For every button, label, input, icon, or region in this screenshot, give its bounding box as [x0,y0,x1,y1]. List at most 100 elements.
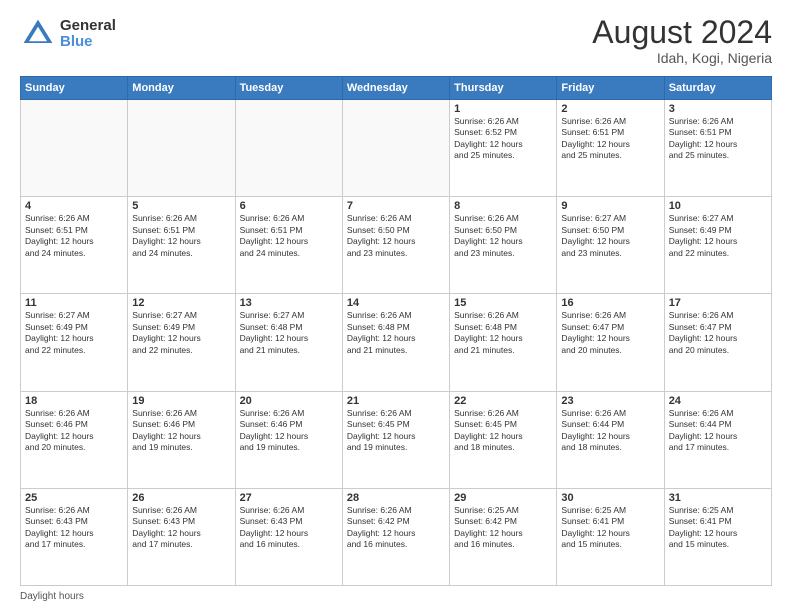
footer-note: Daylight hours [20,591,772,602]
day-number: 10 [669,200,767,212]
header: General Blue August 2024 Idah, Kogi, Nig… [20,16,772,66]
calendar-cell: 27Sunrise: 6:26 AM Sunset: 6:43 PM Dayli… [235,488,342,585]
day-number: 4 [25,200,123,212]
week-row-0: 1Sunrise: 6:26 AM Sunset: 6:52 PM Daylig… [21,100,772,197]
day-number: 8 [454,200,552,212]
calendar-cell: 1Sunrise: 6:26 AM Sunset: 6:52 PM Daylig… [450,100,557,197]
day-info: Sunrise: 6:26 AM Sunset: 6:44 PM Dayligh… [669,408,767,454]
calendar-cell: 6Sunrise: 6:26 AM Sunset: 6:51 PM Daylig… [235,197,342,294]
calendar-header-row: SundayMondayTuesdayWednesdayThursdayFrid… [21,77,772,100]
day-number: 2 [561,103,659,115]
day-info: Sunrise: 6:27 AM Sunset: 6:50 PM Dayligh… [561,213,659,259]
day-number: 22 [454,395,552,407]
calendar-cell: 26Sunrise: 6:26 AM Sunset: 6:43 PM Dayli… [128,488,235,585]
logo: General Blue [20,16,116,52]
week-row-2: 11Sunrise: 6:27 AM Sunset: 6:49 PM Dayli… [21,294,772,391]
calendar-cell: 21Sunrise: 6:26 AM Sunset: 6:45 PM Dayli… [342,391,449,488]
logo-icon [20,16,56,52]
calendar-cell: 16Sunrise: 6:26 AM Sunset: 6:47 PM Dayli… [557,294,664,391]
col-header-monday: Monday [128,77,235,100]
day-info: Sunrise: 6:26 AM Sunset: 6:52 PM Dayligh… [454,116,552,162]
location-title: Idah, Kogi, Nigeria [592,50,772,66]
day-info: Sunrise: 6:26 AM Sunset: 6:44 PM Dayligh… [561,408,659,454]
calendar-cell: 3Sunrise: 6:26 AM Sunset: 6:51 PM Daylig… [664,100,771,197]
day-info: Sunrise: 6:26 AM Sunset: 6:51 PM Dayligh… [561,116,659,162]
day-number: 15 [454,297,552,309]
day-number: 24 [669,395,767,407]
calendar-cell: 8Sunrise: 6:26 AM Sunset: 6:50 PM Daylig… [450,197,557,294]
day-info: Sunrise: 6:26 AM Sunset: 6:46 PM Dayligh… [132,408,230,454]
calendar-cell: 15Sunrise: 6:26 AM Sunset: 6:48 PM Dayli… [450,294,557,391]
calendar-cell: 28Sunrise: 6:26 AM Sunset: 6:42 PM Dayli… [342,488,449,585]
calendar-cell [128,100,235,197]
day-info: Sunrise: 6:26 AM Sunset: 6:51 PM Dayligh… [132,213,230,259]
calendar-cell: 13Sunrise: 6:27 AM Sunset: 6:48 PM Dayli… [235,294,342,391]
day-info: Sunrise: 6:25 AM Sunset: 6:41 PM Dayligh… [561,505,659,551]
calendar-cell: 12Sunrise: 6:27 AM Sunset: 6:49 PM Dayli… [128,294,235,391]
calendar-cell: 22Sunrise: 6:26 AM Sunset: 6:45 PM Dayli… [450,391,557,488]
day-number: 20 [240,395,338,407]
title-block: August 2024 Idah, Kogi, Nigeria [592,16,772,66]
day-info: Sunrise: 6:26 AM Sunset: 6:45 PM Dayligh… [454,408,552,454]
day-number: 14 [347,297,445,309]
day-number: 16 [561,297,659,309]
calendar-cell: 7Sunrise: 6:26 AM Sunset: 6:50 PM Daylig… [342,197,449,294]
daylight-hours-label: Daylight hours [20,591,84,602]
calendar-cell: 19Sunrise: 6:26 AM Sunset: 6:46 PM Dayli… [128,391,235,488]
day-info: Sunrise: 6:27 AM Sunset: 6:48 PM Dayligh… [240,310,338,356]
day-number: 3 [669,103,767,115]
day-number: 23 [561,395,659,407]
day-info: Sunrise: 6:27 AM Sunset: 6:49 PM Dayligh… [25,310,123,356]
logo-blue-label: Blue [60,34,116,51]
calendar-cell [342,100,449,197]
day-number: 21 [347,395,445,407]
calendar-cell: 11Sunrise: 6:27 AM Sunset: 6:49 PM Dayli… [21,294,128,391]
calendar-cell: 10Sunrise: 6:27 AM Sunset: 6:49 PM Dayli… [664,197,771,294]
day-info: Sunrise: 6:26 AM Sunset: 6:45 PM Dayligh… [347,408,445,454]
calendar-cell: 9Sunrise: 6:27 AM Sunset: 6:50 PM Daylig… [557,197,664,294]
day-info: Sunrise: 6:26 AM Sunset: 6:48 PM Dayligh… [347,310,445,356]
col-header-sunday: Sunday [21,77,128,100]
calendar-cell: 18Sunrise: 6:26 AM Sunset: 6:46 PM Dayli… [21,391,128,488]
day-number: 30 [561,492,659,504]
calendar-cell [21,100,128,197]
calendar-cell [235,100,342,197]
day-info: Sunrise: 6:26 AM Sunset: 6:43 PM Dayligh… [25,505,123,551]
day-number: 12 [132,297,230,309]
day-number: 7 [347,200,445,212]
calendar-cell: 30Sunrise: 6:25 AM Sunset: 6:41 PM Dayli… [557,488,664,585]
logo-text: General Blue [60,18,116,51]
day-info: Sunrise: 6:26 AM Sunset: 6:51 PM Dayligh… [240,213,338,259]
col-header-wednesday: Wednesday [342,77,449,100]
col-header-saturday: Saturday [664,77,771,100]
day-number: 17 [669,297,767,309]
day-info: Sunrise: 6:26 AM Sunset: 6:50 PM Dayligh… [347,213,445,259]
day-info: Sunrise: 6:26 AM Sunset: 6:42 PM Dayligh… [347,505,445,551]
day-info: Sunrise: 6:26 AM Sunset: 6:51 PM Dayligh… [25,213,123,259]
day-info: Sunrise: 6:25 AM Sunset: 6:41 PM Dayligh… [669,505,767,551]
day-number: 28 [347,492,445,504]
logo-general-label: General [60,18,116,35]
day-info: Sunrise: 6:27 AM Sunset: 6:49 PM Dayligh… [132,310,230,356]
calendar-cell: 17Sunrise: 6:26 AM Sunset: 6:47 PM Dayli… [664,294,771,391]
calendar-cell: 14Sunrise: 6:26 AM Sunset: 6:48 PM Dayli… [342,294,449,391]
col-header-friday: Friday [557,77,664,100]
calendar-cell: 5Sunrise: 6:26 AM Sunset: 6:51 PM Daylig… [128,197,235,294]
month-title: August 2024 [592,16,772,48]
day-number: 6 [240,200,338,212]
day-number: 11 [25,297,123,309]
week-row-3: 18Sunrise: 6:26 AM Sunset: 6:46 PM Dayli… [21,391,772,488]
col-header-tuesday: Tuesday [235,77,342,100]
day-info: Sunrise: 6:26 AM Sunset: 6:47 PM Dayligh… [561,310,659,356]
day-number: 1 [454,103,552,115]
col-header-thursday: Thursday [450,77,557,100]
calendar-cell: 4Sunrise: 6:26 AM Sunset: 6:51 PM Daylig… [21,197,128,294]
day-info: Sunrise: 6:26 AM Sunset: 6:48 PM Dayligh… [454,310,552,356]
calendar-table: SundayMondayTuesdayWednesdayThursdayFrid… [20,76,772,586]
calendar-cell: 29Sunrise: 6:25 AM Sunset: 6:42 PM Dayli… [450,488,557,585]
day-number: 29 [454,492,552,504]
day-number: 5 [132,200,230,212]
day-number: 27 [240,492,338,504]
calendar-cell: 24Sunrise: 6:26 AM Sunset: 6:44 PM Dayli… [664,391,771,488]
day-number: 26 [132,492,230,504]
